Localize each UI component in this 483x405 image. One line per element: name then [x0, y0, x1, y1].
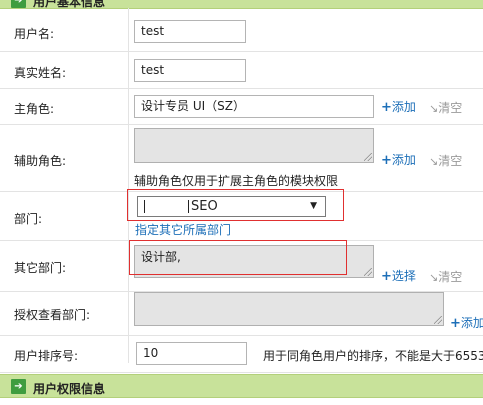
row-sort-no: 用户排序号: 10 用于同角色用户的排序，不能是大于65535: [0, 336, 483, 373]
plus-icon: +: [381, 100, 392, 115]
add-main-role-link[interactable]: +添加: [381, 98, 416, 115]
row-department: 部门: SEO ▼ 指定其它所属部门: [0, 189, 483, 241]
username-label: 用户名:: [14, 27, 55, 41]
clear-label: 清空: [438, 101, 463, 115]
add-label: 添加: [460, 316, 483, 330]
clear-label: 清空: [438, 270, 463, 284]
resize-handle-icon[interactable]: [364, 153, 372, 161]
add-sub-role-link[interactable]: +添加: [381, 151, 416, 168]
sub-role-label: 辅助角色:: [14, 154, 67, 168]
department-label: 部门:: [14, 212, 43, 226]
sort-no-input[interactable]: 10: [136, 342, 247, 365]
select-label: 选择: [391, 269, 416, 283]
other-dept-link[interactable]: 指定其它所属部门: [135, 221, 231, 238]
row-main-role: 主角色: 设计专员 UI（SZ） +添加 ↘清空: [0, 89, 483, 125]
clear-icon: ↘: [429, 155, 439, 168]
highlight-box: [127, 189, 344, 221]
username-input[interactable]: test: [134, 20, 246, 43]
clear-icon: ↘: [429, 102, 439, 115]
main-role-input[interactable]: 设计专员 UI（SZ）: [134, 95, 374, 118]
auth-dept-label: 授权查看部门:: [14, 308, 91, 322]
arrow-right-icon: ➔: [11, 0, 26, 8]
other-dept-label: 其它部门:: [14, 261, 67, 275]
clear-sub-role-link[interactable]: ↘清空: [429, 152, 462, 169]
section-basic-info: ➔ 用户基本信息: [0, 0, 483, 9]
row-realname: 真实姓名: test: [0, 52, 483, 89]
sub-role-note: 辅助角色仅用于扩展主角色的模块权限: [134, 174, 339, 188]
main-role-label: 主角色:: [14, 102, 55, 116]
sub-role-textarea[interactable]: [134, 128, 374, 163]
clear-other-dept-link[interactable]: ↘清空: [429, 268, 462, 285]
section-title: 用户权限信息: [33, 382, 106, 396]
arrow-right-icon: ➔: [11, 379, 26, 394]
select-other-dept-link[interactable]: +选择: [381, 267, 416, 284]
realname-label: 真实姓名:: [14, 66, 67, 80]
row-other-dept: 其它部门: 设计部, +选择 ↘清空: [0, 240, 483, 292]
highlight-box: [129, 240, 347, 275]
row-auth-dept: 授权查看部门: +添加: [0, 292, 483, 336]
realname-input[interactable]: test: [134, 59, 246, 82]
add-auth-dept-link[interactable]: +添加: [450, 314, 483, 331]
sort-no-label: 用户排序号:: [14, 349, 79, 363]
sort-no-note: 用于同角色用户的排序，不能是大于65535: [263, 349, 483, 363]
plus-icon: +: [450, 316, 461, 331]
plus-icon: +: [381, 153, 392, 168]
add-label: 添加: [391, 153, 416, 167]
row-sub-role: 辅助角色: +添加 ↘清空 辅助角色仅用于扩展主角色的模块权限: [0, 125, 483, 192]
add-label: 添加: [391, 100, 416, 114]
clear-icon: ↘: [429, 271, 439, 284]
resize-handle-icon[interactable]: [434, 316, 442, 324]
plus-icon: +: [381, 269, 392, 284]
section-permission-info: ➔ 用户权限信息: [0, 374, 483, 398]
clear-main-role-link[interactable]: ↘清空: [429, 99, 462, 116]
resize-handle-icon[interactable]: [364, 268, 372, 276]
auth-dept-textarea[interactable]: [134, 292, 444, 326]
row-username: 用户名: test: [0, 9, 483, 52]
clear-label: 清空: [438, 154, 463, 168]
